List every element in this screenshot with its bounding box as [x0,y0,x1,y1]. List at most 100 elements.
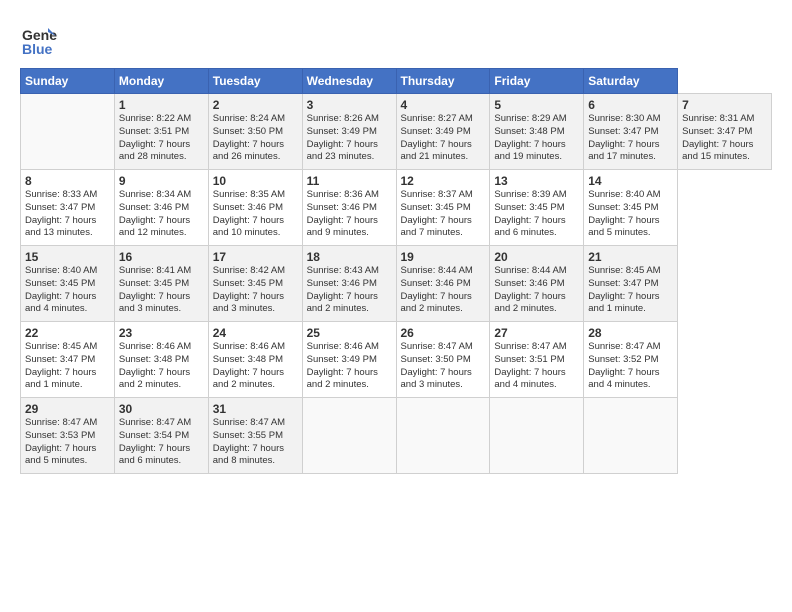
column-header-sunday: Sunday [21,69,115,94]
calendar-cell: 24Sunrise: 8:46 AMSunset: 3:48 PMDayligh… [208,322,302,398]
calendar-cell: 3Sunrise: 8:26 AMSunset: 3:49 PMDaylight… [302,94,396,170]
day-number: 24 [213,326,298,340]
day-info: Sunrise: 8:46 AMSunset: 3:49 PMDaylight:… [307,341,392,392]
day-number: 13 [494,174,579,188]
calendar-cell: 27Sunrise: 8:47 AMSunset: 3:51 PMDayligh… [490,322,584,398]
day-info: Sunrise: 8:34 AMSunset: 3:46 PMDaylight:… [119,189,204,240]
day-number: 7 [682,98,767,112]
day-number: 26 [401,326,486,340]
calendar-cell [584,398,678,474]
day-number: 16 [119,250,204,264]
calendar-cell: 29Sunrise: 8:47 AMSunset: 3:53 PMDayligh… [21,398,115,474]
day-info: Sunrise: 8:47 AMSunset: 3:53 PMDaylight:… [25,417,110,468]
day-info: Sunrise: 8:22 AMSunset: 3:51 PMDaylight:… [119,113,204,164]
day-info: Sunrise: 8:43 AMSunset: 3:46 PMDaylight:… [307,265,392,316]
calendar-cell: 13Sunrise: 8:39 AMSunset: 3:45 PMDayligh… [490,170,584,246]
day-info: Sunrise: 8:40 AMSunset: 3:45 PMDaylight:… [25,265,110,316]
day-number: 25 [307,326,392,340]
calendar-table: SundayMondayTuesdayWednesdayThursdayFrid… [20,68,772,474]
day-info: Sunrise: 8:45 AMSunset: 3:47 PMDaylight:… [588,265,673,316]
column-header-tuesday: Tuesday [208,69,302,94]
calendar-cell: 17Sunrise: 8:42 AMSunset: 3:45 PMDayligh… [208,246,302,322]
calendar-cell: 26Sunrise: 8:47 AMSunset: 3:50 PMDayligh… [396,322,490,398]
day-number: 29 [25,402,110,416]
calendar-cell: 11Sunrise: 8:36 AMSunset: 3:46 PMDayligh… [302,170,396,246]
column-header-monday: Monday [114,69,208,94]
day-number: 11 [307,174,392,188]
column-header-saturday: Saturday [584,69,678,94]
day-number: 10 [213,174,298,188]
calendar-week-4: 22Sunrise: 8:45 AMSunset: 3:47 PMDayligh… [21,322,772,398]
calendar-cell: 25Sunrise: 8:46 AMSunset: 3:49 PMDayligh… [302,322,396,398]
main-container: General Blue SundayMondayTuesdayWednesda… [0,0,792,484]
header: General Blue [20,18,772,60]
calendar-cell: 5Sunrise: 8:29 AMSunset: 3:48 PMDaylight… [490,94,584,170]
day-number: 8 [25,174,110,188]
calendar-cell [490,398,584,474]
calendar-week-3: 15Sunrise: 8:40 AMSunset: 3:45 PMDayligh… [21,246,772,322]
calendar-cell: 15Sunrise: 8:40 AMSunset: 3:45 PMDayligh… [21,246,115,322]
day-number: 20 [494,250,579,264]
calendar-cell: 30Sunrise: 8:47 AMSunset: 3:54 PMDayligh… [114,398,208,474]
calendar-cell: 2Sunrise: 8:24 AMSunset: 3:50 PMDaylight… [208,94,302,170]
calendar-cell: 9Sunrise: 8:34 AMSunset: 3:46 PMDaylight… [114,170,208,246]
day-info: Sunrise: 8:42 AMSunset: 3:45 PMDaylight:… [213,265,298,316]
calendar-cell [302,398,396,474]
calendar-cell: 21Sunrise: 8:45 AMSunset: 3:47 PMDayligh… [584,246,678,322]
calendar-cell: 16Sunrise: 8:41 AMSunset: 3:45 PMDayligh… [114,246,208,322]
calendar-cell: 1Sunrise: 8:22 AMSunset: 3:51 PMDaylight… [114,94,208,170]
day-number: 23 [119,326,204,340]
calendar-cell: 20Sunrise: 8:44 AMSunset: 3:46 PMDayligh… [490,246,584,322]
day-number: 2 [213,98,298,112]
calendar-cell: 18Sunrise: 8:43 AMSunset: 3:46 PMDayligh… [302,246,396,322]
day-info: Sunrise: 8:24 AMSunset: 3:50 PMDaylight:… [213,113,298,164]
calendar-cell: 23Sunrise: 8:46 AMSunset: 3:48 PMDayligh… [114,322,208,398]
calendar-cell: 10Sunrise: 8:35 AMSunset: 3:46 PMDayligh… [208,170,302,246]
day-info: Sunrise: 8:39 AMSunset: 3:45 PMDaylight:… [494,189,579,240]
calendar-cell: 14Sunrise: 8:40 AMSunset: 3:45 PMDayligh… [584,170,678,246]
day-info: Sunrise: 8:47 AMSunset: 3:50 PMDaylight:… [401,341,486,392]
day-info: Sunrise: 8:44 AMSunset: 3:46 PMDaylight:… [494,265,579,316]
calendar-cell: 7Sunrise: 8:31 AMSunset: 3:47 PMDaylight… [678,94,772,170]
day-info: Sunrise: 8:41 AMSunset: 3:45 PMDaylight:… [119,265,204,316]
day-number: 21 [588,250,673,264]
day-number: 15 [25,250,110,264]
day-info: Sunrise: 8:26 AMSunset: 3:49 PMDaylight:… [307,113,392,164]
day-info: Sunrise: 8:35 AMSunset: 3:46 PMDaylight:… [213,189,298,240]
day-info: Sunrise: 8:47 AMSunset: 3:55 PMDaylight:… [213,417,298,468]
day-number: 6 [588,98,673,112]
day-info: Sunrise: 8:45 AMSunset: 3:47 PMDaylight:… [25,341,110,392]
day-info: Sunrise: 8:27 AMSunset: 3:49 PMDaylight:… [401,113,486,164]
day-info: Sunrise: 8:46 AMSunset: 3:48 PMDaylight:… [119,341,204,392]
logo: General Blue [20,22,62,60]
day-info: Sunrise: 8:29 AMSunset: 3:48 PMDaylight:… [494,113,579,164]
calendar-cell: 4Sunrise: 8:27 AMSunset: 3:49 PMDaylight… [396,94,490,170]
day-number: 4 [401,98,486,112]
day-info: Sunrise: 8:36 AMSunset: 3:46 PMDaylight:… [307,189,392,240]
day-info: Sunrise: 8:47 AMSunset: 3:52 PMDaylight:… [588,341,673,392]
empty-cell [21,94,115,170]
day-number: 5 [494,98,579,112]
day-number: 28 [588,326,673,340]
day-info: Sunrise: 8:40 AMSunset: 3:45 PMDaylight:… [588,189,673,240]
calendar-cell: 22Sunrise: 8:45 AMSunset: 3:47 PMDayligh… [21,322,115,398]
day-info: Sunrise: 8:33 AMSunset: 3:47 PMDaylight:… [25,189,110,240]
day-number: 30 [119,402,204,416]
day-number: 19 [401,250,486,264]
calendar-cell: 19Sunrise: 8:44 AMSunset: 3:46 PMDayligh… [396,246,490,322]
day-number: 9 [119,174,204,188]
day-number: 12 [401,174,486,188]
day-info: Sunrise: 8:47 AMSunset: 3:54 PMDaylight:… [119,417,204,468]
calendar-cell: 28Sunrise: 8:47 AMSunset: 3:52 PMDayligh… [584,322,678,398]
day-number: 14 [588,174,673,188]
day-number: 22 [25,326,110,340]
day-info: Sunrise: 8:30 AMSunset: 3:47 PMDaylight:… [588,113,673,164]
calendar-header: SundayMondayTuesdayWednesdayThursdayFrid… [21,69,772,94]
day-number: 27 [494,326,579,340]
calendar-cell: 8Sunrise: 8:33 AMSunset: 3:47 PMDaylight… [21,170,115,246]
column-header-friday: Friday [490,69,584,94]
column-header-thursday: Thursday [396,69,490,94]
calendar-cell [396,398,490,474]
day-info: Sunrise: 8:44 AMSunset: 3:46 PMDaylight:… [401,265,486,316]
calendar-cell: 12Sunrise: 8:37 AMSunset: 3:45 PMDayligh… [396,170,490,246]
